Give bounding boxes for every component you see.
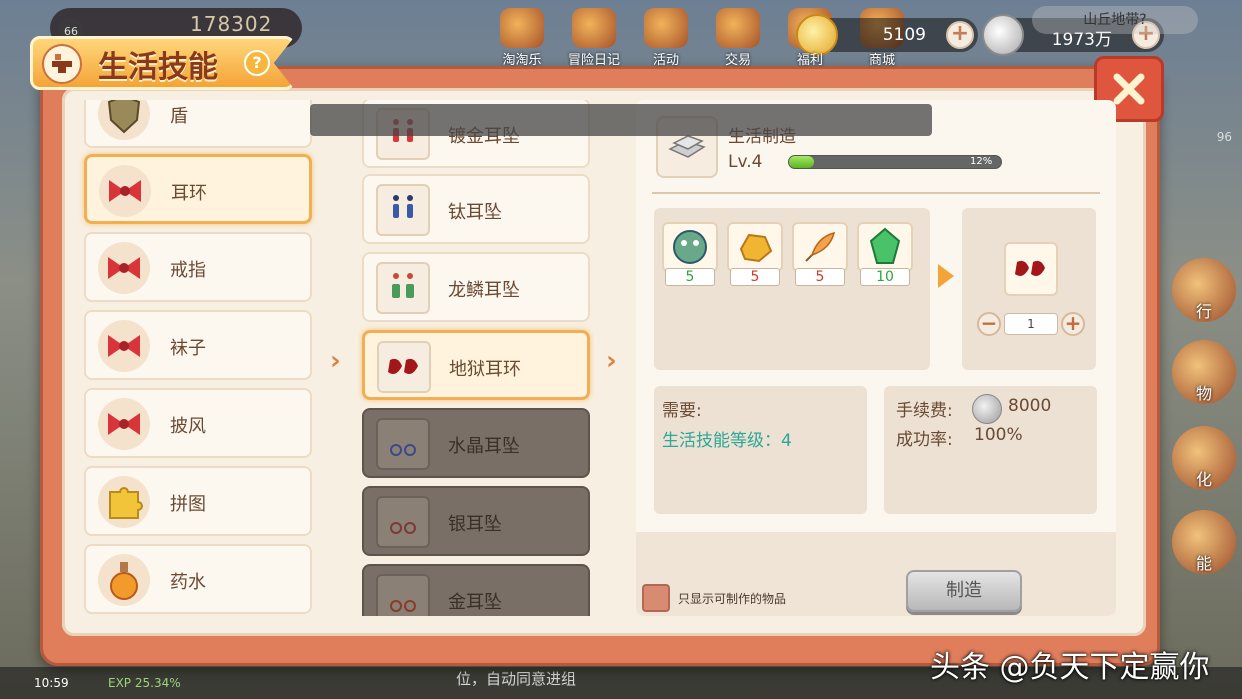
divider bbox=[652, 192, 1100, 194]
material-slot[interactable]: 5 bbox=[727, 222, 783, 286]
event-icon bbox=[644, 8, 688, 48]
menu-item-diary[interactable]: 冒险日记 bbox=[562, 8, 626, 68]
result-arrow-icon bbox=[938, 264, 954, 288]
requirement-line: 生活技能等级：4 bbox=[662, 431, 792, 451]
recipe-item[interactable]: 钛耳坠 bbox=[362, 174, 590, 244]
clock: 10:59 bbox=[34, 676, 69, 690]
exp-text: EXP 25.34% bbox=[108, 676, 181, 690]
close-icon bbox=[1113, 73, 1145, 105]
skill-progress-text: 12% bbox=[970, 156, 993, 167]
bow-icon bbox=[99, 165, 151, 217]
side-button-4[interactable]: 能 bbox=[1172, 510, 1236, 574]
requirements-title: 需要: bbox=[662, 401, 702, 421]
recipe-item-locked[interactable]: 银耳坠 bbox=[362, 486, 590, 556]
help-button[interactable]: ? bbox=[244, 50, 270, 76]
success-rate-label: 成功率: bbox=[896, 430, 953, 450]
green-orb-icon bbox=[662, 222, 718, 272]
material-slot[interactable]: 5 bbox=[792, 222, 848, 286]
gold-ore-icon bbox=[727, 222, 783, 272]
category-item[interactable]: 披风 bbox=[84, 388, 312, 458]
map-name[interactable]: 山丘地带? bbox=[1032, 6, 1198, 34]
material-qty: 10 bbox=[860, 268, 910, 286]
recipe-item[interactable]: 龙鳞耳坠 bbox=[362, 252, 590, 322]
material-slot[interactable]: 10 bbox=[857, 222, 913, 286]
gold-amount: 5109 bbox=[882, 25, 926, 45]
silver-coin-icon bbox=[982, 14, 1024, 56]
quantity-input[interactable]: 1 bbox=[1004, 313, 1058, 335]
success-rate-value: 100% bbox=[974, 425, 1023, 445]
shield-icon bbox=[98, 100, 150, 140]
power-value: 178302 bbox=[190, 12, 273, 36]
earring-icon bbox=[376, 496, 430, 548]
earring-icon bbox=[376, 418, 430, 470]
material-slot[interactable]: 5 bbox=[662, 222, 718, 286]
recipe-list[interactable]: 镀金耳坠 钛耳坠 龙鳞耳坠 地狱耳环 水晶耳坠 银耳坠 金耳坠 bbox=[358, 100, 594, 616]
add-gold-button[interactable]: + bbox=[946, 21, 974, 49]
material-qty: 5 bbox=[795, 268, 845, 286]
category-item[interactable]: 戒指 bbox=[84, 232, 312, 302]
hell-earring-icon[interactable] bbox=[1004, 242, 1058, 296]
chat-tip[interactable]: 位，自动同意进组 bbox=[440, 664, 800, 694]
bow-icon bbox=[98, 320, 150, 372]
craft-button[interactable]: 制造 bbox=[906, 570, 1022, 612]
material-qty: 5 bbox=[730, 268, 780, 286]
category-item[interactable]: 袜子 bbox=[84, 310, 312, 380]
right-side-menu: 96 行 物 化 能 bbox=[1172, 40, 1242, 660]
earring-icon bbox=[376, 262, 430, 314]
category-item-selected[interactable]: 耳环 bbox=[84, 154, 312, 224]
bow-icon bbox=[98, 242, 150, 294]
skill-level: Lv.4 bbox=[728, 152, 763, 172]
silver-coin-icon bbox=[972, 394, 1002, 424]
toast-overlay bbox=[310, 104, 932, 136]
hell-earring-icon bbox=[377, 341, 431, 393]
earring-icon bbox=[376, 574, 430, 616]
side-button-2[interactable]: 物 bbox=[1172, 340, 1236, 404]
fee-value: 8000 bbox=[1008, 396, 1052, 416]
taotaole-icon bbox=[500, 8, 544, 48]
menu-item-taotaole[interactable]: 淘淘乐 bbox=[490, 8, 554, 68]
side-button-3[interactable]: 化 bbox=[1172, 426, 1236, 490]
category-item[interactable]: 盾 bbox=[84, 100, 312, 148]
dialog-title: 生活技能 bbox=[98, 50, 218, 85]
anvil-icon bbox=[42, 44, 82, 84]
menu-item-trade[interactable]: 交易 bbox=[706, 8, 770, 68]
category-item[interactable]: 拼图 bbox=[84, 466, 312, 536]
chevron-right-icon: › bbox=[606, 346, 617, 376]
category-list[interactable]: 盾 耳环 戒指 袜子 披风 拼图 药水 bbox=[78, 100, 318, 616]
gold-currency: 5109 + bbox=[796, 14, 978, 56]
menu-item-event[interactable]: 活动 bbox=[634, 8, 698, 68]
side-button-1[interactable]: 行 bbox=[1172, 258, 1236, 322]
craftable-only-label: 只显示可制作的物品 bbox=[678, 592, 787, 606]
material-qty: 5 bbox=[665, 268, 715, 286]
chevron-right-icon: › bbox=[330, 346, 341, 376]
feather-icon bbox=[792, 222, 848, 272]
earring-icon bbox=[376, 184, 430, 236]
potion-icon bbox=[98, 554, 150, 606]
fee-label: 手续费: bbox=[896, 401, 953, 421]
craftable-only-checkbox[interactable] bbox=[642, 584, 670, 612]
scales-icon bbox=[716, 8, 760, 48]
increase-quantity-button[interactable]: + bbox=[1061, 312, 1085, 336]
recipe-item-selected[interactable]: 地狱耳环 bbox=[362, 330, 590, 400]
bow-icon bbox=[98, 398, 150, 450]
side-value: 96 bbox=[1216, 130, 1232, 144]
skill-progress-fill bbox=[789, 156, 815, 168]
decrease-quantity-button[interactable]: − bbox=[977, 312, 1001, 336]
puzzle-icon bbox=[98, 476, 150, 528]
recipe-item-locked[interactable]: 水晶耳坠 bbox=[362, 408, 590, 478]
diary-icon bbox=[572, 8, 616, 48]
category-item[interactable]: 药水 bbox=[84, 544, 312, 614]
recipe-item-locked[interactable]: 金耳坠 bbox=[362, 564, 590, 616]
green-crystal-icon bbox=[857, 222, 913, 272]
watermark: 头条 @负天下定赢你 bbox=[930, 650, 1210, 685]
